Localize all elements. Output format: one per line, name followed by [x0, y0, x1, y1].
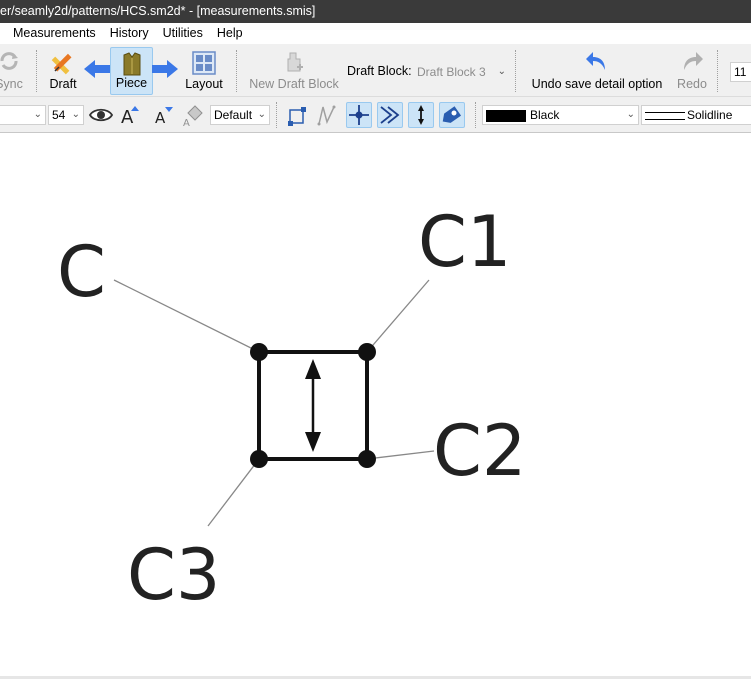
color-select[interactable]: Black ⌄	[482, 105, 639, 125]
decrease-font-button[interactable]: A	[150, 102, 176, 128]
crosshair-icon	[349, 105, 369, 125]
font-size-select[interactable]: 54 ⌄	[48, 105, 84, 125]
redo-button[interactable]: Redo	[672, 47, 712, 95]
draft-label: Draft	[49, 77, 77, 91]
menu-bar: Measurements History Utilities Help	[0, 23, 751, 44]
increase-font-button[interactable]: A	[117, 102, 143, 128]
paint-bucket-icon: A	[183, 105, 203, 127]
visibility-button[interactable]	[88, 102, 114, 128]
pattern-drawing: C C1 C2 C3	[57, 201, 526, 616]
undo-icon	[586, 52, 605, 70]
point-c3[interactable]	[250, 450, 268, 468]
text-style-select[interactable]: Default ⌄	[210, 105, 270, 125]
drawing-canvas[interactable]: C C1 C2 C3	[0, 133, 751, 676]
redo-label: Redo	[677, 77, 707, 91]
eye-icon	[89, 108, 113, 122]
point-c[interactable]	[250, 343, 268, 361]
toolbar-separator	[236, 50, 237, 92]
line-style-select[interactable]: Solidline	[641, 105, 751, 125]
undo-label: Undo save detail option	[531, 77, 663, 91]
chevrons-right-icon	[380, 106, 400, 124]
menu-utilities[interactable]: Utilities	[156, 23, 210, 44]
leader-line-c2	[366, 450, 435, 460]
layout-icon	[192, 51, 216, 75]
vertical-arrow-icon	[418, 105, 424, 125]
redo-icon	[684, 52, 703, 70]
new-block-icon	[287, 52, 303, 72]
font-increase-icon: A	[121, 106, 139, 126]
leader-line-c1	[366, 279, 430, 353]
sync-button[interactable]: Sync	[0, 47, 26, 95]
chevron-down-icon: ⌄	[33, 109, 42, 120]
point-c2[interactable]	[358, 450, 376, 468]
draft-block-label: Draft Block:	[347, 64, 412, 78]
tag-icon	[442, 106, 462, 123]
piece-label: Piece	[115, 76, 148, 90]
toolbar-separator	[36, 50, 37, 92]
arrow-left-icon	[84, 60, 110, 78]
grainline-arrow-top	[305, 359, 321, 379]
svg-text:A: A	[155, 109, 166, 126]
curve-icon	[317, 105, 336, 126]
pencil-ruler-icon	[51, 53, 72, 75]
text-style-value: Default	[214, 108, 253, 122]
grainline-arrow-bottom	[305, 432, 321, 452]
zoom-select[interactable]: 11	[730, 62, 751, 82]
color-value: Black	[530, 108, 560, 122]
toolbar-separator	[515, 50, 516, 92]
snap-point-button[interactable]	[346, 102, 372, 128]
sync-icon	[0, 52, 18, 70]
line-style-value: Solidline	[687, 108, 733, 122]
window-title-bar: er/seamly2d/patterns/HCS.sm2d* - [measur…	[0, 0, 751, 23]
menu-measurements[interactable]: Measurements	[0, 23, 103, 44]
draft-button[interactable]: Draft	[44, 47, 82, 95]
svg-text:A: A	[183, 118, 190, 127]
chevron-down-icon: ⌄	[71, 109, 80, 120]
font-size-value: 54	[52, 108, 66, 122]
chevron-down-icon: ⌄	[626, 109, 635, 120]
undo-button[interactable]: Undo save detail option	[526, 47, 668, 95]
layout-label: Layout	[185, 77, 223, 91]
piece-button[interactable]: Piece	[110, 47, 153, 95]
node-edit-icon	[288, 107, 306, 126]
leader-line-c	[113, 279, 260, 353]
zoom-value: 11	[734, 65, 747, 79]
chevron-down-icon: ⌄	[497, 66, 506, 77]
draft-block-value: Draft Block 3	[417, 65, 486, 79]
arrow-right-icon	[152, 60, 178, 78]
label-c2[interactable]: C2	[433, 410, 526, 492]
pattern-piece-icon	[123, 52, 140, 76]
window-title: er/seamly2d/patterns/HCS.sm2d* - [measur…	[0, 4, 316, 18]
point-c1[interactable]	[358, 343, 376, 361]
seam-allowance-button[interactable]	[377, 102, 403, 128]
chevron-down-icon: ⌄	[257, 109, 266, 120]
menu-help[interactable]: Help	[210, 23, 250, 44]
color-swatch	[486, 109, 526, 122]
draft-block-select[interactable]: Draft Block 3 ⌄	[413, 62, 510, 82]
label-c[interactable]: C	[57, 231, 106, 313]
main-toolbar: Sync Draft Piece Layout	[0, 44, 751, 97]
text-color-button[interactable]: A	[181, 102, 207, 128]
layout-button[interactable]: Layout	[182, 47, 226, 95]
curve-tool-button[interactable]	[314, 102, 340, 128]
toolbar-separator	[475, 102, 476, 128]
new-draft-block-button[interactable]: New Draft Block	[246, 47, 342, 95]
toolbar-separator	[276, 102, 277, 128]
font-select[interactable]: ⌄	[0, 105, 46, 125]
label-c1[interactable]: C1	[418, 201, 511, 283]
label-c3[interactable]: C3	[127, 534, 220, 616]
sync-label: Sync	[0, 77, 23, 91]
toolbar-separator	[717, 50, 718, 92]
transform-button[interactable]	[284, 102, 310, 128]
properties-toolbar: ⌄ 54 ⌄ A A A Default ⌄ Black ⌄ Solidline	[0, 97, 751, 133]
font-decrease-icon: A	[155, 107, 173, 126]
menu-history[interactable]: History	[103, 23, 156, 44]
line-style-swatch	[645, 111, 685, 120]
leader-line-c3	[207, 458, 260, 527]
label-tool-button[interactable]	[439, 102, 465, 128]
grainline-button[interactable]	[408, 102, 434, 128]
new-draft-block-label: New Draft Block	[249, 77, 339, 91]
